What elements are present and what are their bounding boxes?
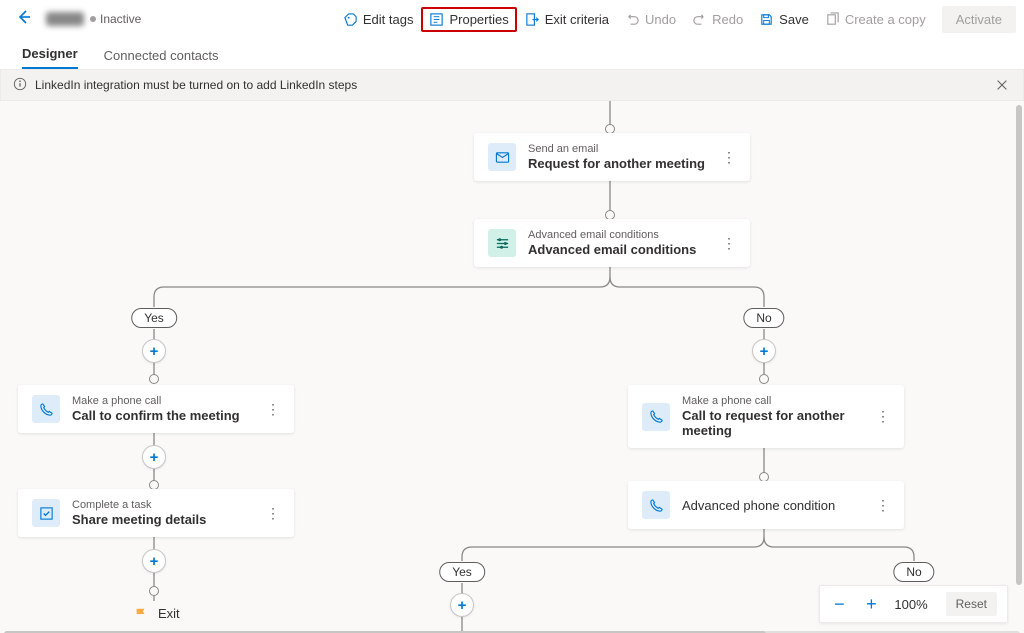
info-icon	[13, 77, 27, 94]
conditions-icon	[488, 229, 516, 257]
tab-connected-contacts[interactable]: Connected contacts	[104, 48, 219, 69]
zoom-out-button[interactable]: −	[830, 594, 848, 615]
node-menu-button[interactable]: ⋮	[254, 401, 280, 418]
exit-criteria-label: Exit criteria	[545, 12, 609, 27]
create-copy-button[interactable]: Create a copy	[817, 7, 934, 32]
node-title: Advanced phone condition	[682, 498, 835, 513]
node-complete-task[interactable]: Complete a task Share meeting details ⋮	[18, 489, 294, 537]
add-step-button[interactable]: +	[450, 593, 474, 617]
zoom-controls: − + 100% Reset	[819, 585, 1008, 623]
connector-dot	[149, 374, 159, 384]
edit-tags-button[interactable]: Edit tags	[335, 7, 422, 32]
zoom-in-button[interactable]: +	[862, 594, 880, 615]
connector-dot	[149, 586, 159, 596]
activate-button[interactable]: Activate	[942, 6, 1016, 33]
flag-icon	[134, 607, 148, 621]
node-title: Call to request for another meeting	[682, 408, 864, 438]
node-menu-button[interactable]: ⋮	[710, 235, 736, 252]
exit-label: Exit	[158, 606, 180, 621]
branch-no: No	[893, 562, 934, 582]
status-text: Inactive	[100, 12, 141, 26]
exit-node: Exit	[134, 606, 180, 621]
undo-button[interactable]: Undo	[617, 7, 684, 32]
node-title: Call to confirm the meeting	[72, 408, 240, 423]
branch-yes: Yes	[131, 308, 177, 328]
save-icon	[759, 12, 774, 27]
phone-icon	[642, 403, 670, 431]
tag-icon	[343, 12, 358, 27]
node-category: Send an email	[528, 143, 705, 155]
email-icon	[488, 143, 516, 171]
redo-button[interactable]: Redo	[684, 7, 751, 32]
properties-label: Properties	[449, 12, 508, 27]
connector-dot	[759, 374, 769, 384]
node-menu-button[interactable]: ⋮	[864, 497, 890, 514]
undo-icon	[625, 12, 640, 27]
add-step-button[interactable]: +	[142, 549, 166, 573]
node-title: Share meeting details	[72, 512, 206, 527]
designer-canvas[interactable]: + + + + + Yes No Yes No Send an email Re…	[0, 101, 1024, 633]
zoom-reset-button[interactable]: Reset	[946, 592, 997, 616]
undo-label: Undo	[645, 12, 676, 27]
node-send-email[interactable]: Send an email Request for another meetin…	[474, 133, 750, 181]
node-category: Make a phone call	[72, 395, 240, 407]
zoom-value: 100%	[894, 597, 927, 612]
tab-designer[interactable]: Designer	[22, 46, 78, 69]
branch-no: No	[743, 308, 784, 328]
node-menu-button[interactable]: ⋮	[864, 408, 890, 425]
properties-icon	[429, 12, 444, 27]
status-dot-icon	[90, 16, 96, 22]
create-copy-label: Create a copy	[845, 12, 926, 27]
sequence-name	[46, 12, 84, 26]
node-menu-button[interactable]: ⋮	[254, 505, 280, 522]
save-button[interactable]: Save	[751, 7, 817, 32]
add-step-button[interactable]: +	[142, 445, 166, 469]
save-label: Save	[779, 12, 809, 27]
node-call-request[interactable]: Make a phone call Call to request for an…	[628, 385, 904, 448]
phone-icon	[32, 395, 60, 423]
infobar-close-button[interactable]	[993, 76, 1011, 94]
node-category: Complete a task	[72, 499, 206, 511]
properties-button[interactable]: Properties	[421, 7, 516, 32]
node-category: Advanced email conditions	[528, 229, 696, 241]
add-step-button[interactable]: +	[752, 339, 776, 363]
node-phone-condition[interactable]: Advanced phone condition ⋮	[628, 481, 904, 529]
copy-icon	[825, 12, 840, 27]
node-call-confirm[interactable]: Make a phone call Call to confirm the me…	[18, 385, 294, 433]
node-category: Make a phone call	[682, 395, 864, 407]
infobar-message: LinkedIn integration must be turned on t…	[35, 78, 357, 92]
back-button[interactable]	[8, 5, 40, 34]
node-menu-button[interactable]: ⋮	[710, 149, 736, 166]
branch-yes: Yes	[439, 562, 485, 582]
task-icon	[32, 499, 60, 527]
node-title: Advanced email conditions	[528, 242, 696, 257]
exit-criteria-icon	[525, 12, 540, 27]
exit-criteria-button[interactable]: Exit criteria	[517, 7, 617, 32]
redo-label: Redo	[712, 12, 743, 27]
redo-icon	[692, 12, 707, 27]
node-email-conditions[interactable]: Advanced email conditions Advanced email…	[474, 219, 750, 267]
edit-tags-label: Edit tags	[363, 12, 414, 27]
phone-icon	[642, 491, 670, 519]
node-title: Request for another meeting	[528, 156, 705, 171]
add-step-button[interactable]: +	[142, 339, 166, 363]
vertical-scrollbar[interactable]	[1016, 105, 1022, 625]
